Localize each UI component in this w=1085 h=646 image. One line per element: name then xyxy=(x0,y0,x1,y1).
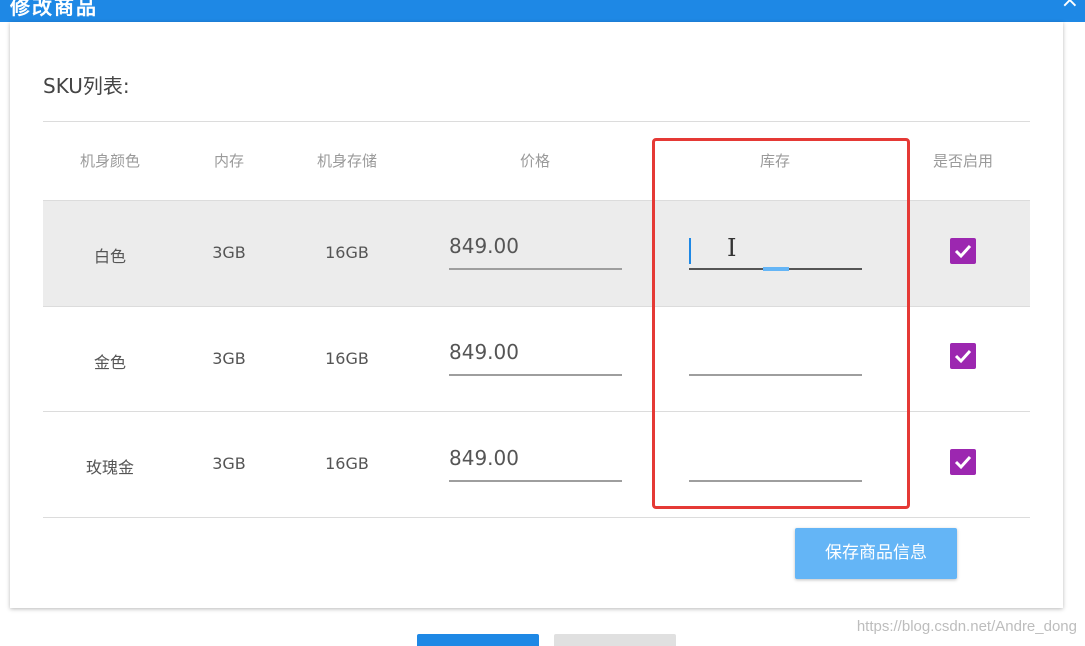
header-color: 机身颜色 xyxy=(79,152,140,170)
header-price: 价格 xyxy=(519,152,550,170)
check-icon xyxy=(954,349,972,364)
check-icon xyxy=(954,455,972,470)
cell-storage: 16GB xyxy=(325,243,369,262)
header-memory: 内存 xyxy=(213,152,244,170)
header-storage: 机身存储 xyxy=(316,152,377,170)
cell-memory: 3GB xyxy=(212,454,246,473)
price-underline xyxy=(449,268,622,270)
table-top-divider xyxy=(43,121,1030,122)
price-underline xyxy=(449,374,622,376)
table-bottom-divider xyxy=(43,517,1030,518)
enabled-checkbox[interactable] xyxy=(950,343,976,369)
save-product-button[interactable]: 保存商品信息 xyxy=(795,528,957,579)
price-underline xyxy=(449,480,622,482)
cell-color: 玫瑰金 xyxy=(85,458,134,477)
stock-column-highlight xyxy=(652,138,910,509)
cell-storage: 16GB xyxy=(325,454,369,473)
cell-color: 白色 xyxy=(93,247,126,266)
dialog-header: 修改商品 × xyxy=(0,0,1085,22)
header-enabled: 是否启用 xyxy=(932,152,993,170)
footer-primary-button[interactable] xyxy=(417,634,539,646)
dialog-title: 修改商品 xyxy=(10,0,98,19)
cell-storage: 16GB xyxy=(325,349,369,368)
close-icon[interactable]: × xyxy=(1061,0,1079,13)
cell-memory: 3GB xyxy=(212,349,246,368)
cell-color: 金色 xyxy=(93,353,126,372)
price-value: 849.00 xyxy=(449,446,519,470)
enabled-checkbox[interactable] xyxy=(950,449,976,475)
enabled-checkbox[interactable] xyxy=(950,238,976,264)
price-value: 849.00 xyxy=(449,234,519,258)
watermark: https://blog.csdn.net/Andre_dong xyxy=(856,618,1077,635)
price-input[interactable]: 849.00 xyxy=(449,446,622,482)
price-value: 849.00 xyxy=(449,340,519,364)
check-icon xyxy=(954,244,972,259)
sku-list-label: SKU列表: xyxy=(43,74,130,98)
footer-secondary-button[interactable] xyxy=(554,634,676,646)
price-input[interactable]: 849.00 xyxy=(449,234,622,270)
price-input[interactable]: 849.00 xyxy=(449,340,622,376)
cell-memory: 3GB xyxy=(212,243,246,262)
